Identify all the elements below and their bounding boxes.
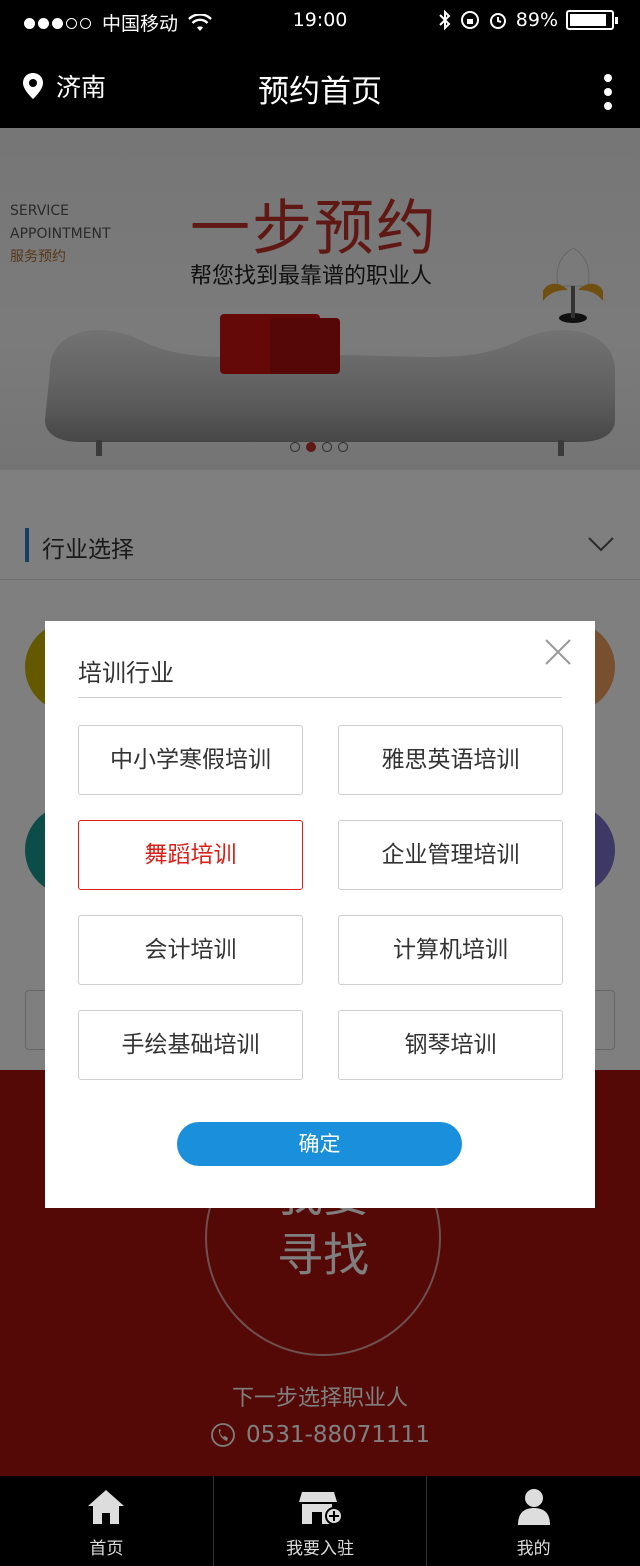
- bluetooth-icon: [439, 10, 451, 30]
- tab-home[interactable]: 首页: [0, 1476, 214, 1566]
- user-icon: [517, 1489, 550, 1525]
- close-icon[interactable]: [543, 637, 573, 667]
- app-screen: 中国移动 19:00 89% 济南 预约首页 首页 我要入驻 我的 培训行业 中…: [0, 0, 640, 1566]
- home-icon: [88, 1490, 125, 1524]
- status-right: 89%: [438, 9, 618, 31]
- battery-percent: 89%: [515, 9, 558, 31]
- option-accounting[interactable]: 会计培训: [78, 915, 303, 985]
- tab-join[interactable]: 我要入驻: [214, 1476, 428, 1566]
- modal-divider: [78, 697, 562, 698]
- page-title: 预约首页: [258, 74, 382, 110]
- option-business-mgmt[interactable]: 企业管理培训: [338, 820, 563, 890]
- tab-label: 我的: [516, 1539, 551, 1559]
- confirm-button[interactable]: 确定: [177, 1122, 462, 1166]
- more-vertical-icon[interactable]: [604, 74, 614, 116]
- orientation-lock-icon: [460, 11, 479, 29]
- tab-label: 首页: [89, 1539, 124, 1559]
- industry-picker-modal: 培训行业 中小学寒假培训 雅思英语培训 舞蹈培训 企业管理培训 会计培训 计算机…: [45, 621, 595, 1208]
- store-add-icon: [299, 1492, 342, 1525]
- tab-me[interactable]: 我的: [427, 1476, 640, 1566]
- modal-title: 培训行业: [78, 659, 174, 687]
- option-computer[interactable]: 计算机培训: [338, 915, 563, 985]
- alarm-icon: [489, 13, 506, 29]
- option-k12-winter[interactable]: 中小学寒假培训: [78, 725, 303, 795]
- option-ielts[interactable]: 雅思英语培训: [338, 725, 563, 795]
- battery-icon: [566, 10, 618, 30]
- nav-bar: 济南 预约首页: [0, 40, 640, 128]
- option-piano[interactable]: 钢琴培训: [338, 1010, 563, 1080]
- tab-bar: 首页 我要入驻 我的: [0, 1476, 640, 1566]
- option-drawing[interactable]: 手绘基础培训: [78, 1010, 303, 1080]
- tab-label: 我要入驻: [286, 1539, 354, 1559]
- status-bar: 中国移动 19:00 89%: [0, 0, 640, 40]
- option-dance[interactable]: 舞蹈培训: [78, 820, 303, 890]
